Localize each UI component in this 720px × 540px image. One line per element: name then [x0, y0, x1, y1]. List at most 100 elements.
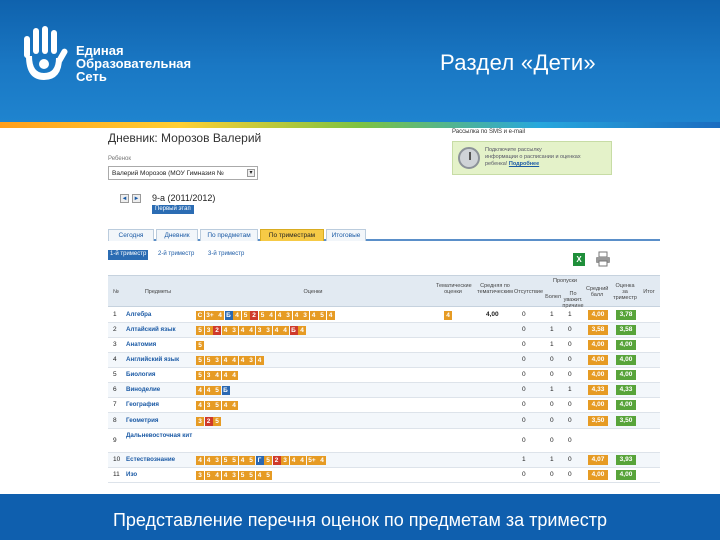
grade-badge[interactable]: 4	[267, 311, 275, 320]
grade-badge[interactable]: 2	[272, 456, 281, 465]
grade-badge[interactable]: 4	[275, 311, 284, 320]
excel-icon[interactable]: X	[573, 253, 585, 266]
tab-today[interactable]: Сегодня	[108, 229, 154, 241]
grade-badge[interactable]: 4	[255, 356, 264, 365]
period-sub[interactable]: Первый этап	[152, 205, 194, 214]
grade-badge[interactable]: 4	[309, 311, 318, 320]
tab-diary[interactable]: Дневник	[156, 229, 198, 241]
subject-link[interactable]: География	[126, 401, 194, 408]
tematic-grade[interactable]: 4	[444, 311, 452, 320]
prev-period-icon[interactable]: ◄	[120, 194, 129, 203]
grade-badge[interactable]: С	[196, 311, 204, 320]
grade-badge[interactable]: 4	[204, 386, 213, 395]
grade-badge[interactable]: 4	[238, 356, 247, 365]
grade-badge[interactable]: 4	[213, 471, 221, 480]
grade-badge[interactable]: 4	[238, 456, 247, 465]
grade-badge[interactable]: 4	[255, 471, 264, 480]
grade-badge[interactable]: 5	[213, 386, 221, 395]
grade-badge[interactable]: Б	[224, 311, 233, 320]
grade-badge[interactable]: 5	[196, 356, 204, 365]
subject-link[interactable]: Естествознание	[126, 456, 194, 463]
tab-by-subject[interactable]: По предметам	[200, 229, 258, 241]
grade-badge[interactable]: 4	[289, 456, 298, 465]
grade-badge[interactable]: 4	[221, 401, 230, 410]
subject-link[interactable]: Английский язык	[126, 356, 194, 363]
child-select[interactable]: Валерий Морозов (МОУ Гимназия № ▾	[108, 166, 258, 180]
grade-badge[interactable]: 5	[318, 311, 326, 320]
subtab-trimester-2[interactable]: 2-й триместр	[156, 250, 196, 260]
grade-badge[interactable]: 3	[204, 371, 213, 380]
grade-badge[interactable]: 5	[221, 456, 230, 465]
grade-badge[interactable]: Б	[221, 386, 230, 395]
grade-badge[interactable]: 4	[298, 456, 306, 465]
grade-badge[interactable]: 4	[196, 386, 204, 395]
grade-badge[interactable]: 4	[204, 456, 213, 465]
subject-link[interactable]: Дальневосточная кит	[126, 432, 194, 439]
grade-badge[interactable]: 3	[255, 326, 264, 335]
grade-badge[interactable]: 3	[264, 326, 272, 335]
grade-badge[interactable]: 3	[204, 401, 213, 410]
subtab-trimester-1[interactable]: 1-й триместр	[108, 250, 149, 260]
grade-badge[interactable]: 4	[230, 371, 238, 380]
grade-badge[interactable]: 4	[230, 356, 238, 365]
grade-badge[interactable]: 5	[247, 471, 255, 480]
tab-final[interactable]: Итоговые	[326, 229, 366, 241]
grade-badge[interactable]: 5	[230, 456, 238, 465]
printer-icon[interactable]	[595, 251, 611, 267]
next-period-icon[interactable]: ►	[132, 194, 141, 203]
grade-badge[interactable]: 2	[204, 417, 213, 426]
grade-badge[interactable]: 5	[247, 456, 255, 465]
grade-badge[interactable]: 5	[264, 471, 272, 480]
grade-badge[interactable]: 5	[264, 456, 272, 465]
grade-badge[interactable]: 4	[233, 311, 241, 320]
grade-badge[interactable]: 4	[221, 471, 230, 480]
subject-link[interactable]: Геометрия	[126, 417, 194, 424]
grade-badge[interactable]: 4	[272, 326, 281, 335]
grade-badge[interactable]: 4	[247, 326, 255, 335]
grade-badge[interactable]: 5	[196, 371, 204, 380]
grade-badge[interactable]: 4	[221, 356, 230, 365]
grade-badge[interactable]: 5	[241, 311, 250, 320]
grade-badge[interactable]: 5	[213, 417, 221, 426]
subject-link[interactable]: Биология	[126, 371, 194, 378]
subject-link[interactable]: Изо	[126, 471, 194, 478]
grade-badge[interactable]: 5+	[306, 456, 318, 465]
grade-badge[interactable]: 3+	[204, 311, 216, 320]
grade-badge[interactable]: 3	[196, 417, 204, 426]
grade-badge[interactable]: 3	[247, 356, 255, 365]
grade-badge[interactable]: 4	[221, 326, 230, 335]
grade-badge[interactable]: 3	[213, 356, 221, 365]
notice-link[interactable]: Подробнее	[509, 161, 539, 167]
grade-badge[interactable]: 5	[238, 471, 247, 480]
grade-badge[interactable]: 2	[213, 326, 221, 335]
grade-badge[interactable]: 4	[281, 326, 289, 335]
chevron-down-icon[interactable]: ▾	[247, 169, 255, 177]
subject-link[interactable]: Алтайский язык	[126, 326, 194, 333]
grade-badge[interactable]: 4	[196, 401, 204, 410]
grade-badge[interactable]: Б	[289, 326, 298, 335]
grade-badge[interactable]: 4	[221, 371, 230, 380]
grade-badge[interactable]: 4	[216, 311, 224, 320]
grade-badge[interactable]: 5	[204, 356, 213, 365]
grade-badge[interactable]: 3	[230, 471, 238, 480]
grade-badge[interactable]: 4	[326, 311, 335, 320]
grade-badge[interactable]: 5	[258, 311, 267, 320]
subject-link[interactable]: Виноделие	[126, 386, 194, 393]
subtab-trimester-3[interactable]: 3-й триместр	[206, 250, 246, 260]
grade-badge[interactable]: 3	[196, 471, 204, 480]
grade-badge[interactable]: 3	[204, 326, 213, 335]
grade-badge[interactable]: 4	[230, 401, 238, 410]
grade-badge[interactable]: 3	[213, 456, 221, 465]
grade-badge[interactable]: 5	[196, 341, 204, 350]
grade-badge[interactable]: 3	[281, 456, 289, 465]
grade-badge[interactable]: 4	[238, 326, 247, 335]
grade-badge[interactable]: 4	[196, 456, 204, 465]
grade-badge[interactable]: 3	[230, 326, 238, 335]
grade-badge[interactable]: 4	[213, 371, 221, 380]
grade-badge[interactable]: 3	[284, 311, 292, 320]
grade-badge[interactable]: 5	[204, 471, 213, 480]
grade-badge[interactable]: 5	[213, 401, 221, 410]
grade-badge[interactable]: Г	[255, 456, 264, 465]
grade-badge[interactable]: 3	[301, 311, 309, 320]
grade-badge[interactable]: 5	[196, 326, 204, 335]
